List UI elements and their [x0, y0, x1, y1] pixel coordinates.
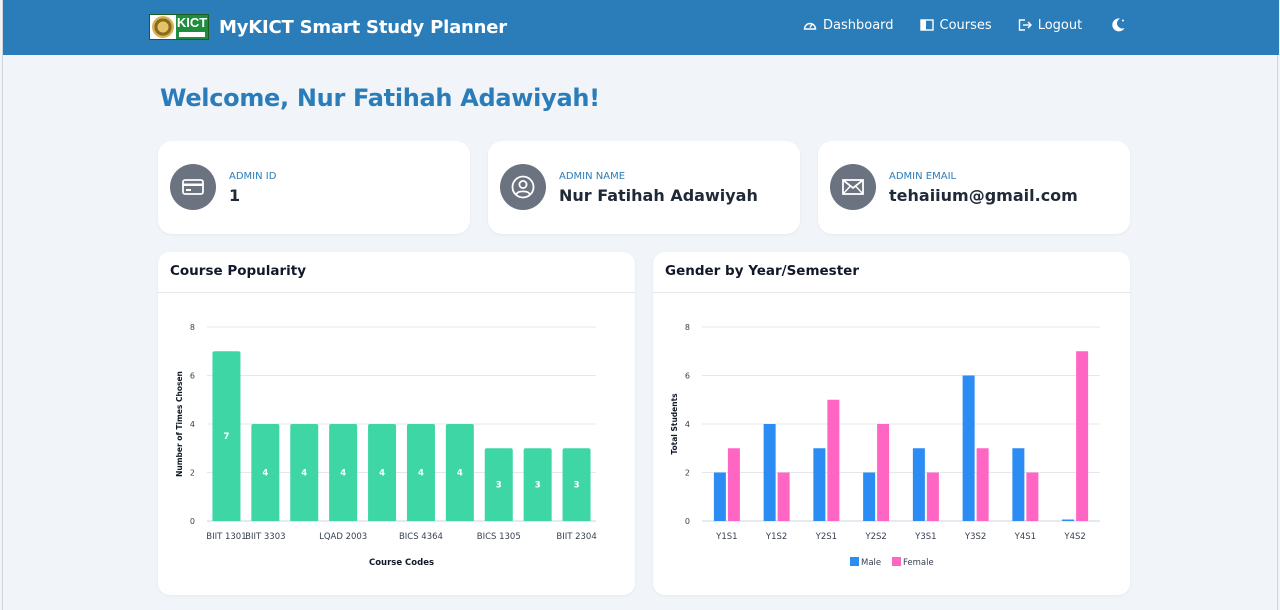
y-tick-label: 0	[685, 517, 690, 526]
moon-icon	[1112, 18, 1125, 32]
admin-name-value: Nur Fatihah Adawiyah	[559, 186, 758, 205]
bar-female	[1026, 472, 1039, 521]
navbar: KICT MyKICT Smart Study Planner Dashboar…	[3, 0, 1279, 55]
legend-swatch-female	[892, 557, 901, 566]
app-title: MyKICT Smart Study Planner	[219, 16, 507, 38]
x-tick-label: Y1S1	[715, 532, 737, 542]
y-tick-label: 0	[190, 517, 195, 526]
nav-dashboard-link[interactable]: Dashboard	[803, 18, 894, 33]
y-tick-label: 6	[190, 372, 195, 381]
x-tick-label: Y2S2	[864, 532, 886, 542]
x-axis-label: Course Codes	[369, 558, 434, 568]
bar-female	[877, 424, 890, 521]
book-icon	[919, 19, 934, 31]
bar-data-label: 3	[535, 481, 541, 491]
nav-logout-label: Logout	[1037, 17, 1083, 33]
user-circle-icon	[500, 164, 546, 210]
admin-name-label: ADMIN NAME	[559, 171, 626, 182]
x-tick-label: Y3S1	[914, 532, 936, 542]
y-tick-label: 4	[685, 420, 690, 429]
bar-data-label: 3	[496, 481, 502, 491]
bar-data-label: 4	[418, 469, 424, 479]
bar-female	[976, 448, 989, 521]
bar-male	[912, 448, 925, 521]
nav-courses-link[interactable]: Courses	[919, 17, 992, 33]
admin-id-value: 1	[229, 186, 241, 205]
y-tick-label: 2	[190, 469, 195, 478]
y-tick-label: 8	[190, 323, 195, 332]
kict-logo: KICT	[149, 14, 209, 40]
legend-label-male: Male	[861, 558, 881, 568]
bar-female	[926, 472, 939, 521]
x-tick-label: Y2S1	[815, 532, 837, 542]
admin-email-value: tehaiium@gmail.com	[889, 186, 1078, 205]
x-tick-label: LQAD 2003	[319, 532, 367, 542]
bar-female	[1076, 351, 1089, 521]
theme-toggle-button[interactable]	[1110, 17, 1126, 33]
y-axis-label: Number of Times Chosen	[175, 371, 184, 477]
admin-email-card: ADMIN EMAIL tehaiium@gmail.com	[818, 141, 1130, 234]
gender-chart: 0 2 4 6 8 Y1S1 Y1S2 Y2S1 Y2S2 Y3S1 Y3S2 Y4S1 Y4S2 Tot…	[670, 323, 1100, 568]
admin-email-label: ADMIN EMAIL	[889, 171, 957, 182]
x-tick-label: Y4S2	[1063, 532, 1085, 542]
x-tick-label: Y1S2	[765, 532, 787, 542]
speedometer-icon	[803, 22, 817, 30]
bar-male	[713, 472, 726, 521]
bar-data-label: 4	[262, 469, 268, 479]
university-seal-icon	[152, 16, 174, 38]
bar-male	[1012, 448, 1025, 521]
x-tick-label: BIIT 1301	[206, 532, 246, 542]
bar-data-label: 7	[223, 432, 229, 442]
envelope-icon	[830, 164, 876, 210]
y-tick-label: 4	[190, 420, 195, 429]
y-axis-label: Total Students	[670, 393, 679, 455]
bar-male	[863, 472, 876, 521]
app-frame: KICT MyKICT Smart Study Planner Dashboar…	[2, 0, 1279, 610]
bar-male	[1062, 519, 1075, 521]
nav-logout-link[interactable]: Logout	[1018, 17, 1083, 33]
brand[interactable]: KICT MyKICT Smart Study Planner	[149, 14, 507, 40]
x-tick-label: Y3S2	[964, 532, 986, 542]
x-tick-label: Y4S1	[1014, 532, 1036, 542]
x-tick-label: BICS 4364	[399, 532, 443, 542]
legend-label-female: Female	[903, 558, 934, 568]
course-popularity-title: Course Popularity	[158, 252, 635, 293]
course-popularity-chart: 0 2 4 6 8 7 BIIT 1301 4 BIIT 3303 4 4 LQAD 2003 4 4 BI…	[175, 323, 597, 568]
y-tick-label: 2	[685, 469, 690, 478]
bar-female	[777, 472, 790, 521]
bar-data-label: 4	[457, 469, 463, 479]
nav-courses-label: Courses	[939, 17, 992, 33]
bar-male	[813, 448, 826, 521]
admin-id-card: ADMIN ID 1	[158, 141, 470, 234]
y-tick-label: 8	[685, 323, 690, 332]
legend-swatch-male	[850, 557, 859, 566]
x-tick-label: BIIT 3303	[245, 532, 285, 542]
welcome-heading: Welcome, Nur Fatihah Adawiyah!	[160, 84, 600, 112]
x-tick-label: BICS 1305	[477, 532, 521, 542]
y-tick-label: 6	[685, 372, 690, 381]
x-tick-label: BIIT 2304	[556, 532, 596, 542]
bar-data-label: 4	[301, 469, 307, 479]
logout-icon	[1018, 19, 1032, 31]
bar-male	[763, 424, 776, 521]
bar-male	[962, 375, 975, 521]
bar-data-label: 4	[379, 469, 385, 479]
bar-female	[827, 399, 840, 521]
id-card-icon	[170, 164, 216, 210]
nav-links: Dashboard Courses Logout	[803, 17, 1126, 33]
gender-chart-title: Gender by Year/Semester	[653, 252, 1130, 293]
bar-female	[727, 448, 740, 521]
admin-id-label: ADMIN ID	[229, 171, 277, 182]
gender-chart-card: Gender by Year/Semester 0 2 4 6 8 Y1S1 Y1S2 Y2S…	[653, 252, 1130, 595]
logo-text: KICT	[176, 15, 208, 39]
nav-dashboard-label: Dashboard	[823, 17, 894, 33]
bar-data-label: 4	[340, 469, 346, 479]
bar-data-label: 3	[574, 481, 580, 491]
course-popularity-card: Course Popularity 0 2 4 6 8 7 BIIT 1301 4 BIIT 3…	[158, 252, 635, 595]
admin-name-card: ADMIN NAME Nur Fatihah Adawiyah	[488, 141, 800, 234]
